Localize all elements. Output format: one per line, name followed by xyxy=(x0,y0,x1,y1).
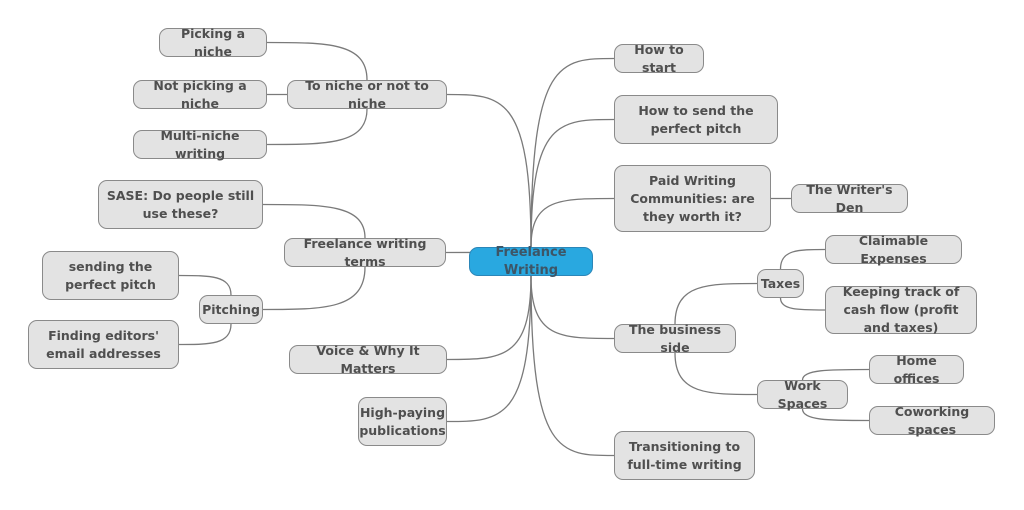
node-coworking-spaces[interactable]: Coworking spaces xyxy=(869,404,995,437)
connector-root-transitioning xyxy=(530,275,615,457)
node-claimable-expenses[interactable]: Claimable Expenses xyxy=(825,233,962,266)
root-node-freelance-writing[interactable]: Freelance Writing xyxy=(469,245,593,278)
node-transitioning-full-time[interactable]: Transitioning to full-time writing xyxy=(614,431,755,480)
node-sase[interactable]: SASE: Do people still use these? xyxy=(98,180,263,229)
node-home-offices[interactable]: Home offices xyxy=(869,353,964,386)
connector-root-high_paying xyxy=(446,275,532,423)
connector-terms-pitching xyxy=(262,266,366,311)
connector-root-voice xyxy=(446,275,532,361)
connector-niche-multi_niche xyxy=(266,108,368,146)
connector-pitching-sending_pitch xyxy=(178,274,232,296)
node-keeping-track-of-cash-flow[interactable]: Keeping track of cash flow (profit and t… xyxy=(825,284,977,335)
connector-root-send_pitch xyxy=(530,118,615,248)
node-not-picking-a-niche[interactable]: Not picking a niche xyxy=(133,78,267,111)
node-how-to-send-perfect-pitch[interactable]: How to send the perfect pitch xyxy=(614,95,778,144)
node-work-spaces[interactable]: Work Spaces xyxy=(757,378,848,411)
node-to-niche-or-not[interactable]: To niche or not to niche xyxy=(287,78,447,111)
node-pitching[interactable]: Pitching xyxy=(199,295,263,324)
node-sending-the-perfect-pitch[interactable]: sending the perfect pitch xyxy=(42,251,179,300)
connector-terms-sase xyxy=(262,203,366,239)
node-taxes[interactable]: Taxes xyxy=(757,269,804,298)
node-finding-editors-email[interactable]: Finding editors' email addresses xyxy=(28,320,179,369)
node-paid-writing-communities[interactable]: Paid Writing Communities: are they worth… xyxy=(614,165,771,232)
connector-root-paid_communities xyxy=(530,197,615,248)
node-the-writers-den[interactable]: The Writer's Den xyxy=(791,182,908,215)
connector-taxes-claimable xyxy=(779,248,826,270)
node-voice-why-it-matters[interactable]: Voice & Why It Matters xyxy=(289,343,447,376)
node-multi-niche-writing[interactable]: Multi-niche writing xyxy=(133,128,267,161)
connector-niche-picking_niche xyxy=(266,41,368,81)
connector-business-taxes xyxy=(674,282,758,325)
node-high-paying-publications[interactable]: High-paying publications xyxy=(358,397,447,446)
node-picking-a-niche[interactable]: Picking a niche xyxy=(159,26,267,59)
node-the-business-side[interactable]: The business side xyxy=(614,322,736,355)
mind-map-canvas: Freelance Writing To niche or not to nic… xyxy=(0,0,1024,510)
node-freelance-writing-terms[interactable]: Freelance writing terms xyxy=(284,236,446,269)
connector-business-work_spaces xyxy=(674,352,758,396)
connector-root-how_to_start xyxy=(530,57,615,248)
connector-root-niche xyxy=(446,93,532,248)
connector-taxes-cash_flow xyxy=(779,297,826,311)
connector-root-business xyxy=(530,275,615,340)
node-how-to-start[interactable]: How to start xyxy=(614,42,704,75)
connector-pitching-finding_emails xyxy=(178,323,232,346)
